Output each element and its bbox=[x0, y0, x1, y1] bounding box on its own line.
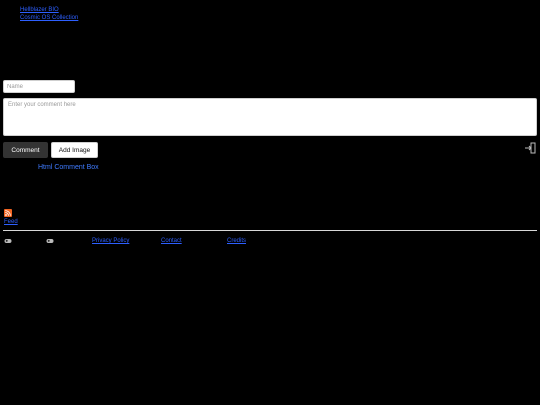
comment-textarea[interactable] bbox=[3, 98, 537, 136]
login-icon[interactable] bbox=[524, 142, 536, 154]
top-link-2[interactable]: Cosmic OS Collection bbox=[20, 14, 78, 22]
footer-link-privacy[interactable]: Privacy Policy bbox=[92, 238, 129, 244]
divider bbox=[3, 230, 537, 231]
rss-feed-link[interactable]: Feed bbox=[4, 219, 18, 225]
html-comment-box-link[interactable]: Html Comment Box bbox=[38, 164, 99, 171]
rss-icon[interactable] bbox=[4, 209, 12, 217]
top-links: Hellblazer BIO Cosmic OS Collection bbox=[20, 6, 78, 22]
gamepad-icon bbox=[46, 239, 54, 243]
top-link-1[interactable]: Hellblazer BIO bbox=[20, 6, 78, 14]
footer-link-credits[interactable]: Credits bbox=[227, 238, 246, 244]
footer-link-contact[interactable]: Contact bbox=[161, 238, 182, 244]
name-input[interactable] bbox=[3, 80, 75, 93]
add-image-button[interactable]: Add Image bbox=[51, 142, 98, 158]
gamepad-icon bbox=[4, 239, 12, 243]
comment-button[interactable]: Comment bbox=[3, 142, 48, 158]
